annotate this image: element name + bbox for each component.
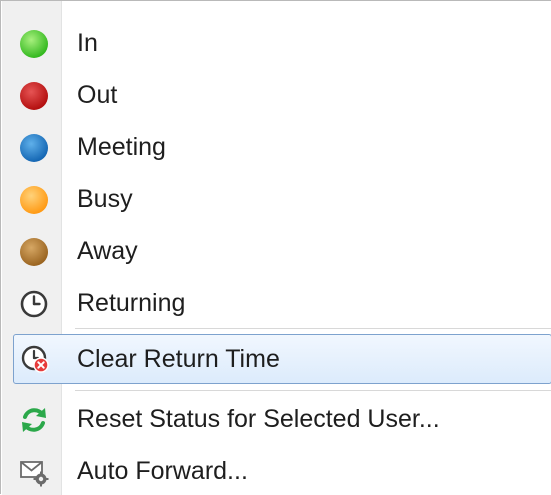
menu-item-label: Meeting [77,133,166,161]
menu-item-reset-status[interactable]: Reset Status for Selected User... [5,397,551,441]
menu-item-returning[interactable]: Returning [5,281,551,325]
status-context-menu: In Out Meeting Busy Away Returning Clear… [0,0,551,495]
clock-clear-icon [20,344,50,374]
menu-item-busy[interactable]: Busy [5,177,551,221]
menu-separator-highlight [75,391,551,392]
menu-item-meeting[interactable]: Meeting [5,125,551,169]
menu-separator-highlight [75,329,551,330]
menu-item-out[interactable]: Out [5,73,551,117]
menu-item-label: Clear Return Time [77,345,280,373]
menu-item-label: Reset Status for Selected User... [77,405,440,433]
menu-item-away[interactable]: Away [5,229,551,273]
clock-icon [19,289,49,319]
reset-arrows-icon [19,405,49,435]
menu-item-label: Auto Forward... [77,457,248,485]
brown-dot-icon [19,237,49,267]
menu-item-clear-return-time[interactable]: Clear Return Time [13,334,551,384]
envelope-gear-icon [19,457,49,487]
menu-item-label: Busy [77,185,133,213]
menu-item-label: Away [77,237,138,265]
menu-item-label: Returning [77,289,186,317]
blue-dot-icon [19,133,49,163]
menu-item-in[interactable]: In [5,21,551,65]
orange-dot-icon [19,185,49,215]
red-dot-icon [19,81,49,111]
menu-item-auto-forward[interactable]: Auto Forward... [5,449,551,493]
menu-item-label: In [77,29,98,57]
green-dot-icon [19,29,49,59]
menu-item-label: Out [77,81,118,109]
